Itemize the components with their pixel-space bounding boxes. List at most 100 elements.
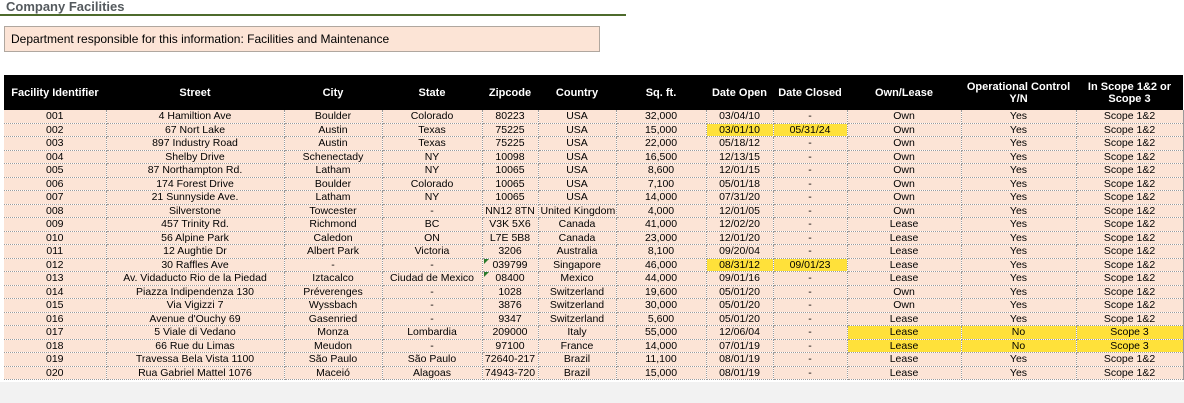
table-cell[interactable]: Own — [847, 163, 962, 178]
table-cell[interactable]: 10065 — [482, 177, 539, 191]
table-cell[interactable]: Yes — [961, 258, 1077, 272]
table-cell[interactable]: NY — [382, 190, 483, 205]
table-cell[interactable]: 12/06/04 — [706, 325, 774, 340]
table-cell[interactable]: 09/01/16 — [706, 271, 774, 286]
table-cell[interactable]: - — [773, 190, 848, 205]
table-cell[interactable]: ON — [382, 231, 483, 245]
table-cell[interactable]: Scope 1&2 — [1076, 110, 1184, 124]
table-cell[interactable]: 15,000 — [616, 123, 707, 137]
table-cell[interactable]: 22,000 — [616, 136, 707, 151]
table-cell[interactable]: 44,000 — [616, 271, 707, 286]
table-cell[interactable]: Lease — [847, 352, 962, 367]
table-cell[interactable]: 006 — [4, 177, 107, 191]
table-cell[interactable]: 97100 — [482, 339, 539, 353]
table-cell[interactable]: 3206 — [482, 244, 539, 259]
table-cell[interactable]: 012 — [4, 258, 107, 272]
table-cell[interactable]: Yes — [961, 352, 1077, 367]
table-cell[interactable]: Yes — [961, 150, 1077, 164]
table-cell[interactable]: 32,000 — [616, 110, 707, 124]
table-cell[interactable]: - — [382, 298, 483, 313]
table-cell[interactable]: USA — [538, 190, 617, 205]
table-cell[interactable]: 007 — [4, 190, 107, 205]
table-cell[interactable]: Shelby Drive — [106, 150, 285, 164]
table-cell[interactable]: 87 Northampton Rd. — [106, 163, 285, 178]
table-cell[interactable]: 009 — [4, 217, 107, 232]
table-cell[interactable]: 011 — [4, 244, 107, 259]
table-cell[interactable]: Gasenried — [284, 312, 383, 326]
table-cell[interactable]: Iztacalco — [284, 271, 383, 286]
table-cell[interactable]: - — [382, 285, 483, 299]
table-cell[interactable]: Scope 1&2 — [1076, 123, 1184, 137]
table-cell[interactable]: 010 — [4, 231, 107, 245]
table-cell[interactable]: Scope 1&2 — [1076, 150, 1184, 164]
table-cell[interactable]: Own — [847, 150, 962, 164]
table-cell[interactable]: 019 — [4, 352, 107, 367]
table-cell[interactable]: Scope 1&2 — [1076, 136, 1184, 151]
table-cell[interactable]: Yes — [961, 312, 1077, 326]
table-cell[interactable]: - — [773, 339, 848, 353]
table-cell[interactable]: - — [773, 231, 848, 245]
table-cell[interactable]: - — [773, 163, 848, 178]
table-cell[interactable]: 05/01/20 — [706, 285, 774, 299]
table-cell[interactable]: Silverstone — [106, 204, 285, 218]
table-cell[interactable]: Piazza Indipendenza 130 — [106, 285, 285, 299]
table-cell[interactable]: Switzerland — [538, 298, 617, 313]
table-cell[interactable]: United Kingdom — [538, 204, 617, 218]
table-cell[interactable]: Yes — [961, 163, 1077, 178]
table-cell[interactable]: 8,600 — [616, 163, 707, 178]
table-cell[interactable]: Scope 1&2 — [1076, 244, 1184, 259]
table-cell[interactable]: Scope 1&2 — [1076, 285, 1184, 299]
table-cell[interactable]: Victoria — [382, 244, 483, 259]
table-cell[interactable]: 12/01/20 — [706, 231, 774, 245]
column-header[interactable]: Operational Control Y/N — [961, 75, 1076, 110]
table-cell[interactable]: NY — [382, 150, 483, 164]
table-cell[interactable]: 66 Rue du Limas — [106, 339, 285, 353]
table-cell[interactable]: Lease — [847, 271, 962, 286]
table-cell[interactable]: Scope 1&2 — [1076, 352, 1184, 367]
table-cell[interactable]: Towcester — [284, 204, 383, 218]
table-cell[interactable]: - — [773, 366, 848, 380]
table-cell[interactable]: 09/01/23 — [773, 258, 848, 272]
table-cell[interactable]: 67 Nort Lake — [106, 123, 285, 137]
table-cell[interactable]: São Paulo — [382, 352, 483, 367]
table-cell[interactable]: 008 — [4, 204, 107, 218]
table-cell[interactable]: Préverenges — [284, 285, 383, 299]
table-cell[interactable]: 039799 — [482, 258, 539, 272]
table-cell[interactable]: 5,600 — [616, 312, 707, 326]
table-cell[interactable]: Colorado — [382, 177, 483, 191]
table-cell[interactable]: Austin — [284, 123, 383, 137]
table-cell[interactable]: - — [773, 177, 848, 191]
table-cell[interactable]: 10098 — [482, 150, 539, 164]
table-cell[interactable]: - — [773, 285, 848, 299]
table-cell[interactable]: - — [382, 312, 483, 326]
table-cell[interactable]: 16,500 — [616, 150, 707, 164]
table-cell[interactable]: Lease — [847, 217, 962, 232]
table-cell[interactable]: Scope 1&2 — [1076, 163, 1184, 178]
table-cell[interactable]: 017 — [4, 325, 107, 340]
table-cell[interactable]: - — [773, 271, 848, 286]
column-header[interactable]: Country — [538, 75, 616, 110]
table-cell[interactable]: - — [773, 110, 848, 124]
table-cell[interactable]: Brazil — [538, 352, 617, 367]
table-cell[interactable]: - — [773, 352, 848, 367]
table-cell[interactable]: 897 Industry Road — [106, 136, 285, 151]
table-cell[interactable]: Yes — [961, 123, 1077, 137]
table-cell[interactable]: 46,000 — [616, 258, 707, 272]
table-cell[interactable]: 015 — [4, 298, 107, 313]
table-cell[interactable]: Yes — [961, 136, 1077, 151]
table-cell[interactable]: Colorado — [382, 110, 483, 124]
table-cell[interactable]: 8,100 — [616, 244, 707, 259]
table-cell[interactable]: Own — [847, 285, 962, 299]
column-header[interactable]: In Scope 1&2 or Scope 3 — [1076, 75, 1183, 110]
table-cell[interactable]: Scope 1&2 — [1076, 312, 1184, 326]
table-cell[interactable]: Scope 3 — [1076, 339, 1184, 353]
table-cell[interactable]: Singapore — [538, 258, 617, 272]
table-cell[interactable]: Yes — [961, 366, 1077, 380]
table-cell[interactable]: No — [961, 325, 1077, 340]
table-cell[interactable]: - — [382, 258, 483, 272]
table-cell[interactable]: - — [773, 217, 848, 232]
table-cell[interactable]: 41,000 — [616, 217, 707, 232]
table-cell[interactable]: Yes — [961, 231, 1077, 245]
table-cell[interactable]: 05/18/12 — [706, 136, 774, 151]
table-cell[interactable]: Scope 1&2 — [1076, 204, 1184, 218]
